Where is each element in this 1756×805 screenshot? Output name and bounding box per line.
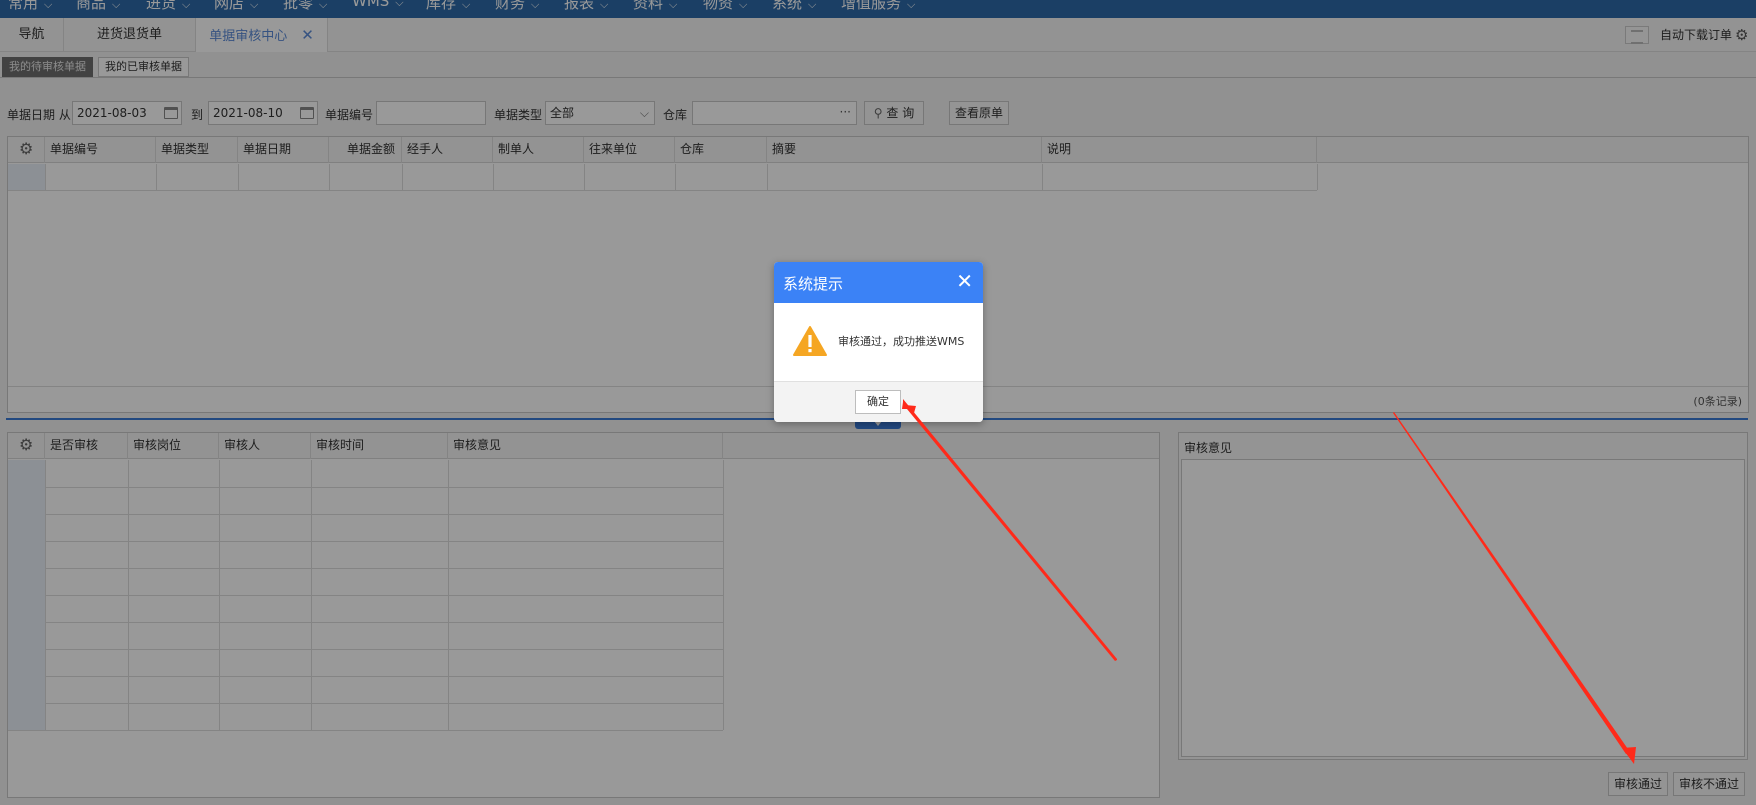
annotation-arrow bbox=[1393, 412, 1630, 754]
annotation-arrow bbox=[1622, 747, 1636, 764]
annotation-arrows bbox=[902, 399, 1636, 764]
annotation-arrow bbox=[902, 399, 1117, 661]
